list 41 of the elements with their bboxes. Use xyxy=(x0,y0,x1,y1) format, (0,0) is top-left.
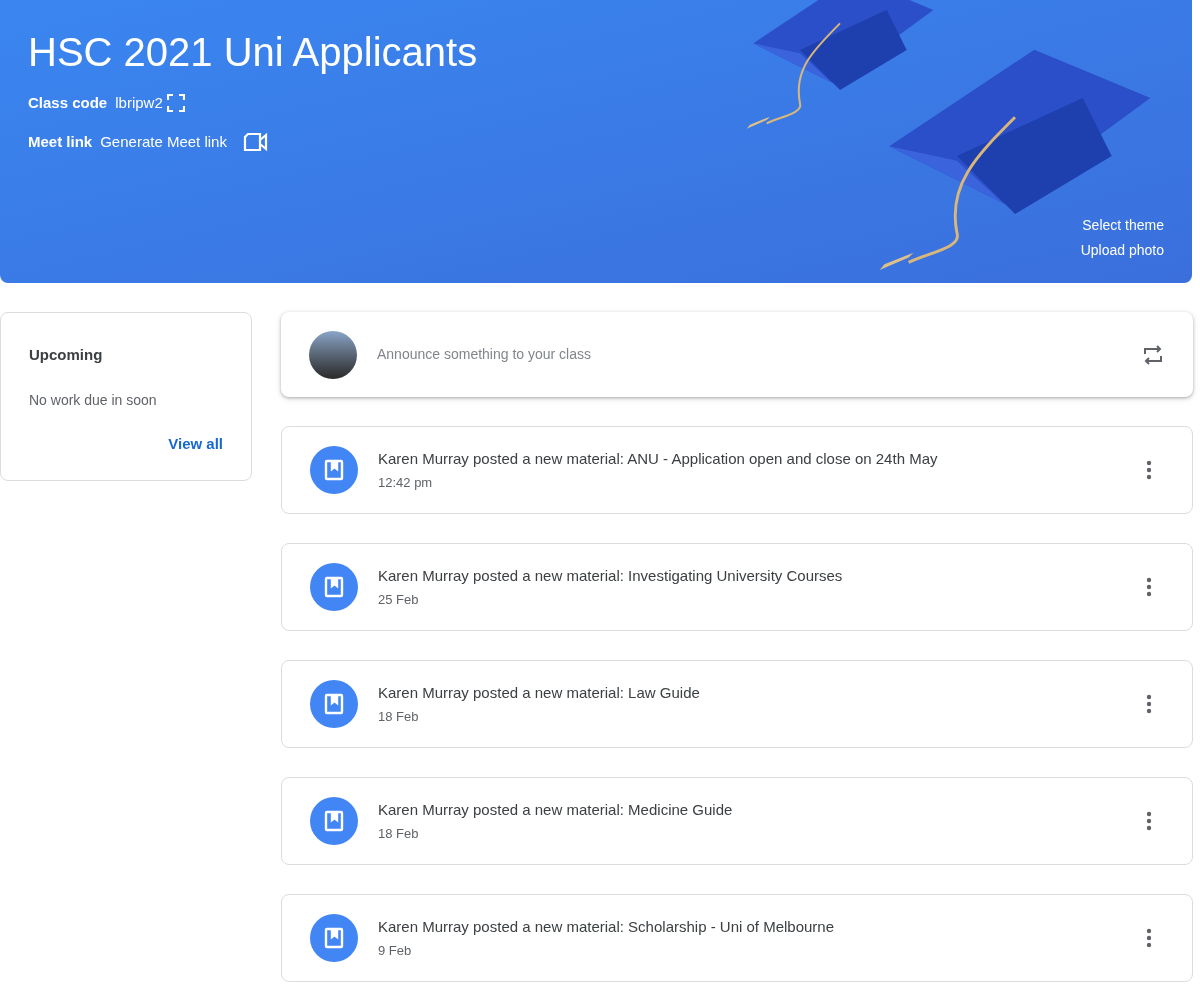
avatar xyxy=(309,330,357,379)
view-all-link[interactable]: View all xyxy=(168,432,223,455)
select-theme-button[interactable]: Select theme xyxy=(1082,215,1164,236)
post-time: 12:42 pm xyxy=(378,473,434,492)
material-post[interactable]: Karen Murray posted a new material: ANU - Application open and close on 24th May 12:42 pm xyxy=(281,426,1193,514)
upcoming-message: No work due in soon xyxy=(29,390,158,410)
more-options-icon[interactable] xyxy=(1146,577,1152,597)
more-options-icon[interactable] xyxy=(1146,460,1152,480)
class-title: HSC 2021 Uni Applicants xyxy=(28,29,479,76)
post-title: Karen Murray posted a new material: Investigating University Courses xyxy=(378,566,844,586)
announce-placeholder: Announce something to your class xyxy=(377,345,592,364)
post-time: 25 Feb xyxy=(378,590,420,609)
video-camera-icon[interactable] xyxy=(242,131,269,152)
post-time: 9 Feb xyxy=(378,941,413,960)
material-post[interactable]: Karen Murray posted a new material: Law Guide 18 Feb xyxy=(281,660,1193,748)
post-time: 18 Feb xyxy=(378,707,420,726)
more-options-icon[interactable] xyxy=(1146,694,1152,714)
repost-icon[interactable] xyxy=(1141,342,1165,367)
post-title: Karen Murray posted a new material: Scholarship - Uni of Melbourne xyxy=(378,917,836,937)
material-icon xyxy=(310,797,358,845)
expand-icon[interactable] xyxy=(166,94,185,113)
post-time: 18 Feb xyxy=(378,824,420,843)
post-title: Karen Murray posted a new material: Medicine Guide xyxy=(378,800,734,820)
more-options-icon[interactable] xyxy=(1146,928,1152,948)
class-code-label: Class code xyxy=(28,93,108,113)
upload-photo-button[interactable]: Upload photo xyxy=(1080,240,1164,261)
material-icon xyxy=(310,446,358,494)
meet-link-label: Meet link xyxy=(28,131,93,152)
generate-meet-link[interactable]: Generate Meet link xyxy=(100,130,227,153)
material-icon xyxy=(310,914,358,962)
material-post[interactable]: Karen Murray posted a new material: Investigating University Courses 25 Feb xyxy=(281,543,1193,631)
announcement-composer[interactable]: Announce something to your class xyxy=(281,312,1193,397)
material-icon xyxy=(310,680,358,728)
material-post[interactable]: Karen Murray posted a new material: Scholarship - Uni of Melbourne 9 Feb xyxy=(281,894,1193,982)
material-post[interactable]: Karen Murray posted a new material: Medicine Guide 18 Feb xyxy=(281,777,1193,865)
upcoming-title: Upcoming xyxy=(29,345,104,365)
post-title: Karen Murray posted a new material: ANU - Application open and close on 24th May xyxy=(378,449,939,469)
more-options-icon[interactable] xyxy=(1146,811,1152,831)
class-code: lbripw2 xyxy=(115,93,163,113)
post-title: Karen Murray posted a new material: Law Guide xyxy=(378,683,701,703)
material-icon xyxy=(310,563,358,611)
